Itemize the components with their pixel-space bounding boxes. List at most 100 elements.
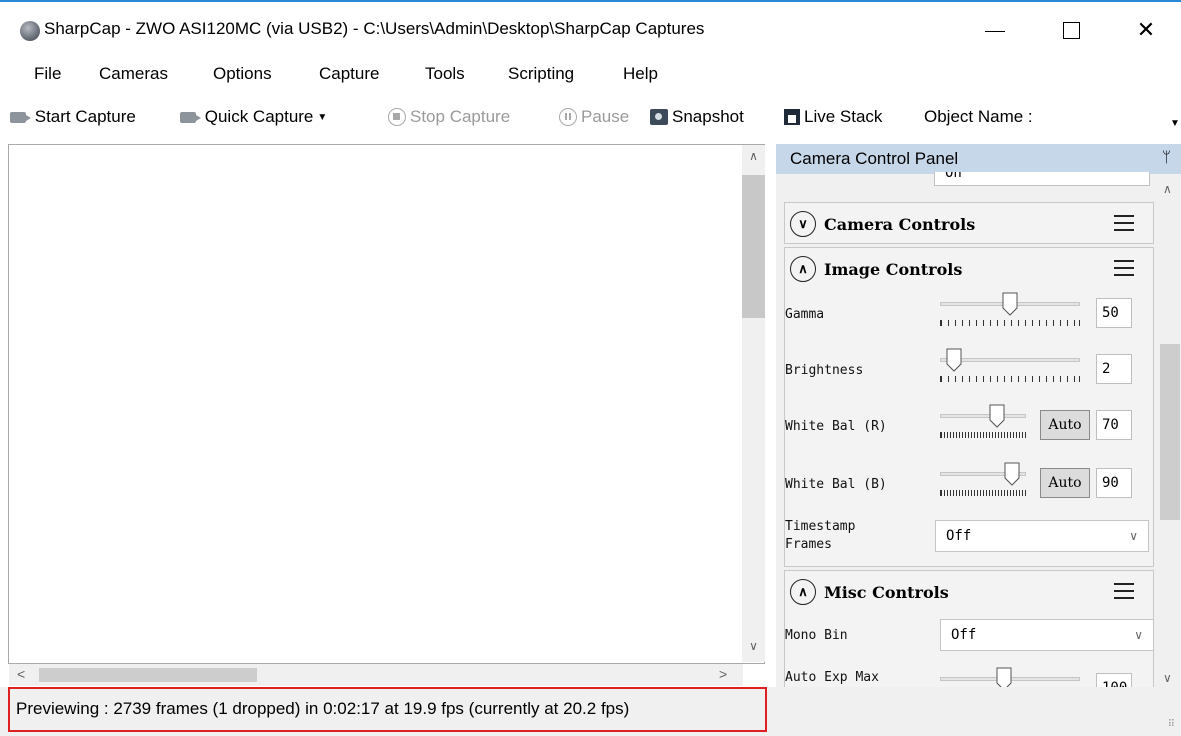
- stop-capture-button[interactable]: Stop Capture: [388, 107, 510, 127]
- scroll-thumb[interactable]: [39, 668, 257, 682]
- panel-vertical-scrollbar[interactable]: ∧ ∨: [1158, 174, 1181, 687]
- brightness-label: Brightness: [785, 363, 864, 378]
- slider-ticks: [940, 490, 1026, 496]
- timestamp-frames-value: Off: [946, 528, 972, 544]
- timestamp-frames-select[interactable]: Off ∨: [935, 520, 1149, 552]
- slider-track: [940, 414, 1026, 418]
- scroll-up-icon[interactable]: ∧: [1163, 182, 1172, 196]
- live-stack-button[interactable]: Live Stack: [784, 107, 882, 127]
- white-bal-b-auto-button[interactable]: Auto: [1040, 468, 1090, 498]
- status-highlight-box: Previewing : 2739 frames (1 dropped) in …: [8, 687, 767, 732]
- mono-bin-value: Off: [951, 627, 977, 643]
- camera-icon: [10, 111, 31, 123]
- scroll-left-icon[interactable]: <: [17, 666, 25, 682]
- pause-label: Pause: [581, 107, 630, 126]
- preview-area[interactable]: [8, 144, 765, 664]
- scroll-down-icon[interactable]: ∨: [742, 639, 765, 659]
- maximize-button[interactable]: [1048, 10, 1094, 50]
- close-icon: ✕: [1136, 17, 1156, 42]
- brightness-slider[interactable]: [940, 348, 1080, 384]
- white-bal-r-auto-button[interactable]: Auto: [1040, 410, 1090, 440]
- minimize-button[interactable]: [972, 10, 1018, 50]
- white-bal-b-label: White Bal (B): [785, 477, 887, 492]
- timestamp-frames-label: Timestamp Frames: [785, 519, 856, 552]
- gamma-value[interactable]: 50: [1096, 298, 1132, 328]
- start-capture-button[interactable]: Start Capture: [10, 107, 136, 127]
- image-controls-section: ∧ Image Controls Gamma 50 Brightness 2 W…: [784, 247, 1154, 567]
- menu-bar: File Cameras Options Capture Tools Scrip…: [0, 56, 1181, 92]
- white-bal-r-label: White Bal (R): [785, 419, 887, 434]
- partially-hidden-row: On: [786, 172, 1156, 192]
- white-bal-r-value[interactable]: 70: [1096, 410, 1132, 440]
- slider-ticks: [940, 432, 1026, 438]
- menu-help[interactable]: Help: [623, 64, 658, 84]
- object-name-label: Object Name :: [924, 107, 1033, 126]
- status-bar: Previewing : 2739 frames (1 dropped) in …: [0, 687, 1181, 736]
- collapse-icon[interactable]: ∧: [790, 256, 816, 282]
- menu-file[interactable]: File: [34, 64, 61, 84]
- panel-header: Camera Control Panel ᛘ: [776, 144, 1181, 174]
- misc-controls-section: ∧ Misc Controls Mono Bin Off ∨ Auto Exp …: [784, 570, 1154, 703]
- snapshot-icon: [650, 109, 668, 125]
- scroll-up-icon[interactable]: ∧: [742, 149, 765, 169]
- white-bal-b-value[interactable]: 90: [1096, 468, 1132, 498]
- dropdown-arrow-icon[interactable]: ▼: [317, 112, 327, 123]
- live-stack-icon: [784, 109, 800, 125]
- hamburger-menu-icon[interactable]: [1114, 260, 1134, 276]
- camera-controls-header[interactable]: ∨ Camera Controls: [785, 203, 1153, 245]
- slider-thumb[interactable]: [1002, 292, 1018, 316]
- title-bar: SharpCap - ZWO ASI120MC (via USB2) - C:\…: [0, 0, 1181, 56]
- camera-icon: [180, 111, 201, 123]
- quick-capture-label: Quick Capture: [204, 107, 314, 126]
- preview-horizontal-scrollbar[interactable]: < >: [9, 664, 743, 686]
- start-capture-label: Start Capture: [34, 107, 136, 126]
- chevron-down-icon: ∨: [1129, 529, 1138, 543]
- mono-bin-select[interactable]: Off ∨: [940, 619, 1154, 651]
- gamma-slider[interactable]: [940, 292, 1080, 328]
- partially-hidden-field[interactable]: On: [934, 172, 1150, 186]
- live-stack-label: Live Stack: [804, 107, 883, 126]
- hamburger-menu-icon[interactable]: [1114, 583, 1134, 599]
- image-controls-header[interactable]: ∧ Image Controls: [785, 248, 1153, 290]
- white-bal-r-slider[interactable]: [940, 404, 1026, 440]
- mono-bin-label: Mono Bin: [785, 628, 848, 643]
- scroll-down-icon[interactable]: ∨: [1163, 671, 1172, 685]
- window-title: SharpCap - ZWO ASI120MC (via USB2) - C:\…: [44, 19, 705, 38]
- pin-icon[interactable]: ᛘ: [1162, 149, 1171, 166]
- gamma-label: Gamma: [785, 307, 825, 322]
- resize-grip-icon[interactable]: ⠿: [1168, 719, 1175, 730]
- chevron-down-icon: ∨: [1134, 628, 1143, 642]
- menu-scripting[interactable]: Scripting: [508, 64, 574, 84]
- menu-options[interactable]: Options: [213, 64, 272, 84]
- slider-thumb[interactable]: [1004, 462, 1020, 486]
- menu-cameras[interactable]: Cameras: [99, 64, 168, 84]
- close-button[interactable]: ✕: [1123, 10, 1169, 50]
- toolbar-overflow-icon[interactable]: ▼: [1170, 118, 1180, 129]
- snapshot-button[interactable]: Snapshot: [650, 107, 744, 127]
- pause-button[interactable]: Pause: [559, 107, 629, 127]
- camera-controls-section: ∨ Camera Controls: [784, 202, 1154, 244]
- camera-control-panel: Camera Control Panel ᛘ On ∨ Camera Contr…: [776, 144, 1181, 703]
- misc-controls-title: Misc Controls: [824, 583, 949, 602]
- menu-capture[interactable]: Capture: [319, 64, 379, 84]
- slider-ticks: [940, 376, 1080, 382]
- scroll-thumb[interactable]: [742, 175, 765, 318]
- minimize-icon: [985, 30, 1005, 32]
- misc-controls-header[interactable]: ∧ Misc Controls: [785, 571, 1153, 613]
- hamburger-menu-icon[interactable]: [1114, 215, 1134, 231]
- toolbar: Start Capture Quick Capture ▼ Stop Captu…: [0, 96, 1181, 140]
- expand-icon[interactable]: ∨: [790, 211, 816, 237]
- image-controls-title: Image Controls: [824, 260, 963, 279]
- scroll-right-icon[interactable]: >: [719, 666, 727, 682]
- white-bal-b-slider[interactable]: [940, 462, 1026, 498]
- scroll-thumb[interactable]: [1160, 344, 1180, 520]
- collapse-icon[interactable]: ∧: [790, 579, 816, 605]
- menu-tools[interactable]: Tools: [425, 64, 465, 84]
- slider-thumb[interactable]: [946, 348, 962, 372]
- quick-capture-button[interactable]: Quick Capture ▼: [180, 107, 327, 127]
- slider-thumb[interactable]: [989, 404, 1005, 428]
- brightness-value[interactable]: 2: [1096, 354, 1132, 384]
- slider-ticks: [940, 320, 1080, 326]
- snapshot-label: Snapshot: [672, 107, 744, 126]
- preview-vertical-scrollbar[interactable]: ∧ ∨: [742, 145, 765, 662]
